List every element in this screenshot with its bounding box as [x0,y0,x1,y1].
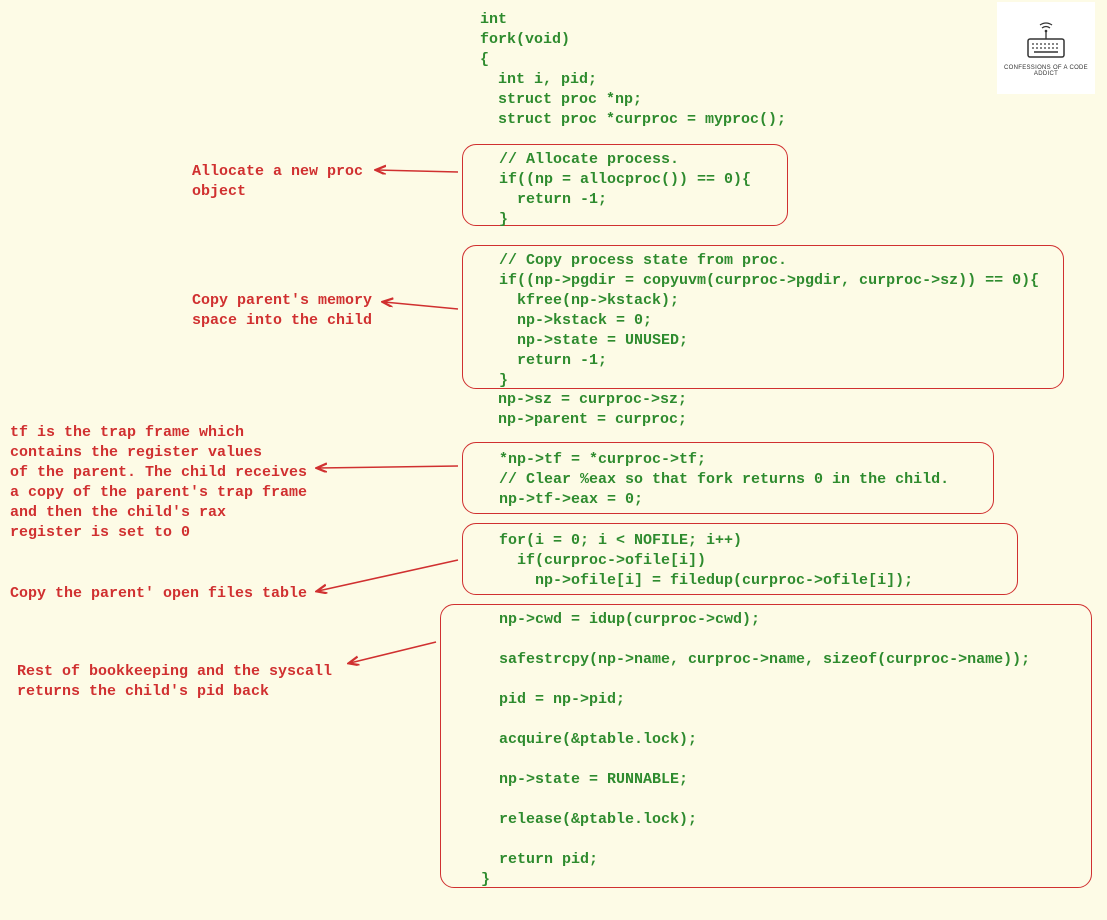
annotation-copy-mem: Copy parent's memory space into the chil… [192,291,372,331]
code-line: { [480,50,489,70]
code-line: int [480,10,507,30]
code-line: int i, pid; [480,70,597,90]
code-line: struct proc *np; [480,90,642,110]
copy-state-box: // Copy process state from proc. if((np-… [462,245,1064,389]
code-line: np->sz = curproc->sz; [480,390,687,410]
code-line: fork(void) [480,30,570,50]
allocate-process-box: // Allocate process. if((np = allocproc(… [462,144,788,226]
logo-badge: CONFESSIONS OF A CODE ADDICT [997,2,1095,94]
trap-frame-box: *np->tf = *curproc->tf; // Clear %eax so… [462,442,994,514]
annotation-trap-frame: tf is the trap frame which contains the … [10,423,307,543]
logo-text: CONFESSIONS OF A CODE ADDICT [997,65,1095,77]
keyboard-wifi-icon [1022,19,1070,61]
code-line: np->parent = curproc; [480,410,687,430]
annotation-alloc: Allocate a new proc object [192,162,363,202]
open-files-box: for(i = 0; i < NOFILE; i++) if(curproc->… [462,523,1018,595]
annotation-bookkeeping: Rest of bookkeeping and the syscall retu… [17,662,332,702]
code-line: struct proc *curproc = myproc(); [480,110,786,130]
bookkeeping-box: np->cwd = idup(curproc->cwd); safestrcpy… [440,604,1092,888]
annotation-open-files: Copy the parent' open files table [10,584,307,604]
